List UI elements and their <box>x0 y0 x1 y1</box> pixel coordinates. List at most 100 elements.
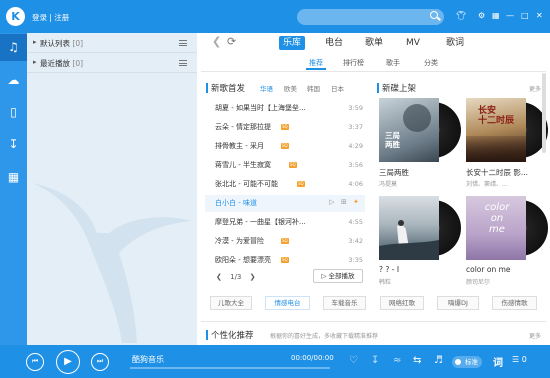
lyrics-button[interactable]: 词 <box>493 354 503 369</box>
shirt-icon[interactable]: 👕︎ <box>456 11 466 21</box>
playlist-panel: ▸ 默认列表 [0] ▸ 最近播放 [0] <box>27 33 197 345</box>
song-row[interactable]: 胡夏 - 如果当时【上海堡垒... 3:59 <box>209 100 365 117</box>
album-cover[interactable]: 长安 十二时辰 <box>466 98 526 162</box>
albums-more-link[interactable]: 更多 <box>529 84 541 93</box>
album-artist[interactable]: 刘惜、窦靖、... <box>466 179 508 188</box>
song-row[interactable]: 冷漠 - 为爱冒险 SQ 3:42 <box>209 233 365 250</box>
album-artist[interactable]: 颜司尼尔 <box>466 277 490 286</box>
album-title[interactable]: color on me <box>466 265 511 274</box>
album-card[interactable] <box>379 196 461 260</box>
heart-icon[interactable]: ♡ <box>349 356 358 366</box>
quality-badge: SQ <box>281 257 289 263</box>
maximize-icon[interactable]: □ <box>521 11 529 21</box>
album-card[interactable]: 长安 十二时辰 <box>466 98 548 162</box>
search-input[interactable] <box>297 9 444 25</box>
album-card[interactable]: 三局 两胜 <box>379 98 461 162</box>
song-title: 排骨教主 - 采月 <box>215 142 264 150</box>
album-card[interactable]: color on me <box>466 196 548 260</box>
song-row[interactable]: 摩登兄弟 - 一曲星【银河补... 4:55 <box>209 214 365 231</box>
previous-button[interactable]: ⏮ <box>26 353 44 371</box>
next-button[interactable]: ⏭ <box>91 353 109 371</box>
song-row[interactable]: 云朵 - 情定那拉提 SQ 3:37 <box>209 119 365 136</box>
subtab-charts[interactable]: 排行榜 <box>343 58 364 68</box>
download-icon[interactable]: ↧ <box>371 356 379 366</box>
sound-effect-icon[interactable]: ≈ <box>393 356 401 366</box>
section-marker <box>206 83 208 93</box>
loop-icon[interactable]: ⇆ <box>413 356 421 366</box>
phone-icon[interactable]: ▯ <box>0 99 27 126</box>
album-title[interactable]: 长安十二时辰 影... <box>466 167 528 178</box>
song-row[interactable]: 排骨教主 - 采月 SQ 4:29 <box>209 138 365 155</box>
kugou-logo[interactable]: K <box>6 7 25 26</box>
close-icon[interactable]: ✕ <box>536 11 543 21</box>
quality-toggle[interactable]: 标准 <box>452 356 482 368</box>
tag-car-music[interactable]: 车载音乐 <box>323 296 366 310</box>
category-chinese[interactable]: 华语 <box>260 83 273 93</box>
song-row-hovered[interactable]: 白小白 - 味道 ▷ ⊞ ✦ <box>205 195 365 212</box>
next-icon: ⏭ <box>96 357 104 365</box>
album-title[interactable]: ? ? - I <box>379 265 399 274</box>
song-title: 蒋雪儿 - 半生寂寞 <box>215 161 271 169</box>
scrollbar[interactable] <box>542 73 546 153</box>
subtab-singers[interactable]: 歌手 <box>386 58 400 68</box>
quality-badge: SQ <box>289 162 297 168</box>
song-row[interactable]: 欧阳朵 - 想要漂亮 SQ 3:35 <box>209 252 365 269</box>
now-playing-title: 酷狗音乐 <box>132 355 164 364</box>
category-western[interactable]: 欧美 <box>284 83 297 93</box>
chevron-right-icon[interactable]: ▸ <box>33 38 37 46</box>
quality-badge: SQ <box>281 238 289 244</box>
tab-mv[interactable]: MV <box>402 36 424 50</box>
music-note-icon[interactable]: ♫ <box>0 34 27 61</box>
cloud-icon[interactable]: ☁ <box>0 67 27 94</box>
tab-radio[interactable]: 电台 <box>321 36 347 50</box>
song-title: 张北北 - 可能不可能 <box>215 180 278 188</box>
song-row[interactable]: 张北北 - 可能不可能 SQ 4:06 <box>209 176 365 193</box>
add-icon[interactable]: ⊞ <box>341 198 347 206</box>
back-icon[interactable]: ❮ <box>212 35 221 48</box>
tab-playlists[interactable]: 歌单 <box>361 36 387 50</box>
tag-emotion-radio[interactable]: 情感电台 <box>265 296 310 310</box>
play-all-button[interactable]: ▷ 全部播放 <box>313 269 363 283</box>
tag-dj[interactable]: 嗨爆DJ <box>437 296 479 310</box>
category-korean[interactable]: 韩国 <box>307 83 320 93</box>
gear-icon[interactable]: ⚙ <box>478 11 485 21</box>
progress-bar[interactable] <box>130 367 330 369</box>
minimize-icon[interactable]: — <box>506 11 514 21</box>
subtab-categories[interactable]: 分类 <box>424 58 438 68</box>
refresh-icon[interactable]: ⟳ <box>227 35 236 48</box>
album-artist[interactable]: 韩粒 <box>379 277 391 286</box>
playlist-recent[interactable]: ▸ 最近播放 [0] <box>27 53 197 73</box>
chevron-right-icon[interactable]: ▸ <box>33 58 37 66</box>
subtab-recommend[interactable]: 推荐 <box>306 58 326 70</box>
playlist-queue-button[interactable]: ☰ 0 <box>512 355 527 364</box>
tab-library[interactable]: 乐库 <box>279 36 306 50</box>
play-button[interactable]: ▶ <box>56 350 80 374</box>
tag-sad-songs[interactable]: 伤感情歌 <box>492 296 537 310</box>
pagination: ❮ 1/3 ❯ <box>216 273 255 281</box>
tab-lyrics[interactable]: 歌词 <box>442 36 468 50</box>
song-row[interactable]: 蒋雪儿 - 半生寂寞 SQ 3:56 <box>209 157 365 174</box>
volume-icon[interactable]: ♬ <box>434 356 443 366</box>
tag-internet-hits[interactable]: 网络红歌 <box>380 296 424 310</box>
album-cover[interactable]: 三局 两胜 <box>379 98 439 162</box>
tag-kids-songs[interactable]: 儿歌大全 <box>210 296 252 310</box>
next-page-icon[interactable]: ❯ <box>250 273 256 281</box>
menu-icon[interactable] <box>179 40 187 46</box>
category-japanese[interactable]: 日本 <box>331 83 344 93</box>
album-artist[interactable]: 冯提莫 <box>379 179 397 188</box>
album-cover-art <box>403 104 431 132</box>
download-icon[interactable]: ↧ <box>0 131 27 158</box>
search-icon[interactable] <box>430 11 438 19</box>
menu-icon[interactable] <box>179 60 187 66</box>
album-cover[interactable]: color on me <box>466 196 526 260</box>
album-title[interactable]: 三局两胜 <box>379 167 409 178</box>
more-icon[interactable]: ✦ <box>353 198 359 206</box>
prev-page-icon[interactable]: ❮ <box>216 273 222 281</box>
apps-icon[interactable]: ▦ <box>0 164 27 191</box>
album-cover[interactable] <box>379 196 439 260</box>
personal-more-link[interactable]: 更多 <box>529 331 541 340</box>
playlist-default[interactable]: ▸ 默认列表 [0] <box>27 33 197 53</box>
play-icon[interactable]: ▷ <box>329 198 334 206</box>
mini-mode-icon[interactable]: ▦ <box>492 11 500 21</box>
login-register-link[interactable]: 登录 | 注册 <box>32 12 69 23</box>
